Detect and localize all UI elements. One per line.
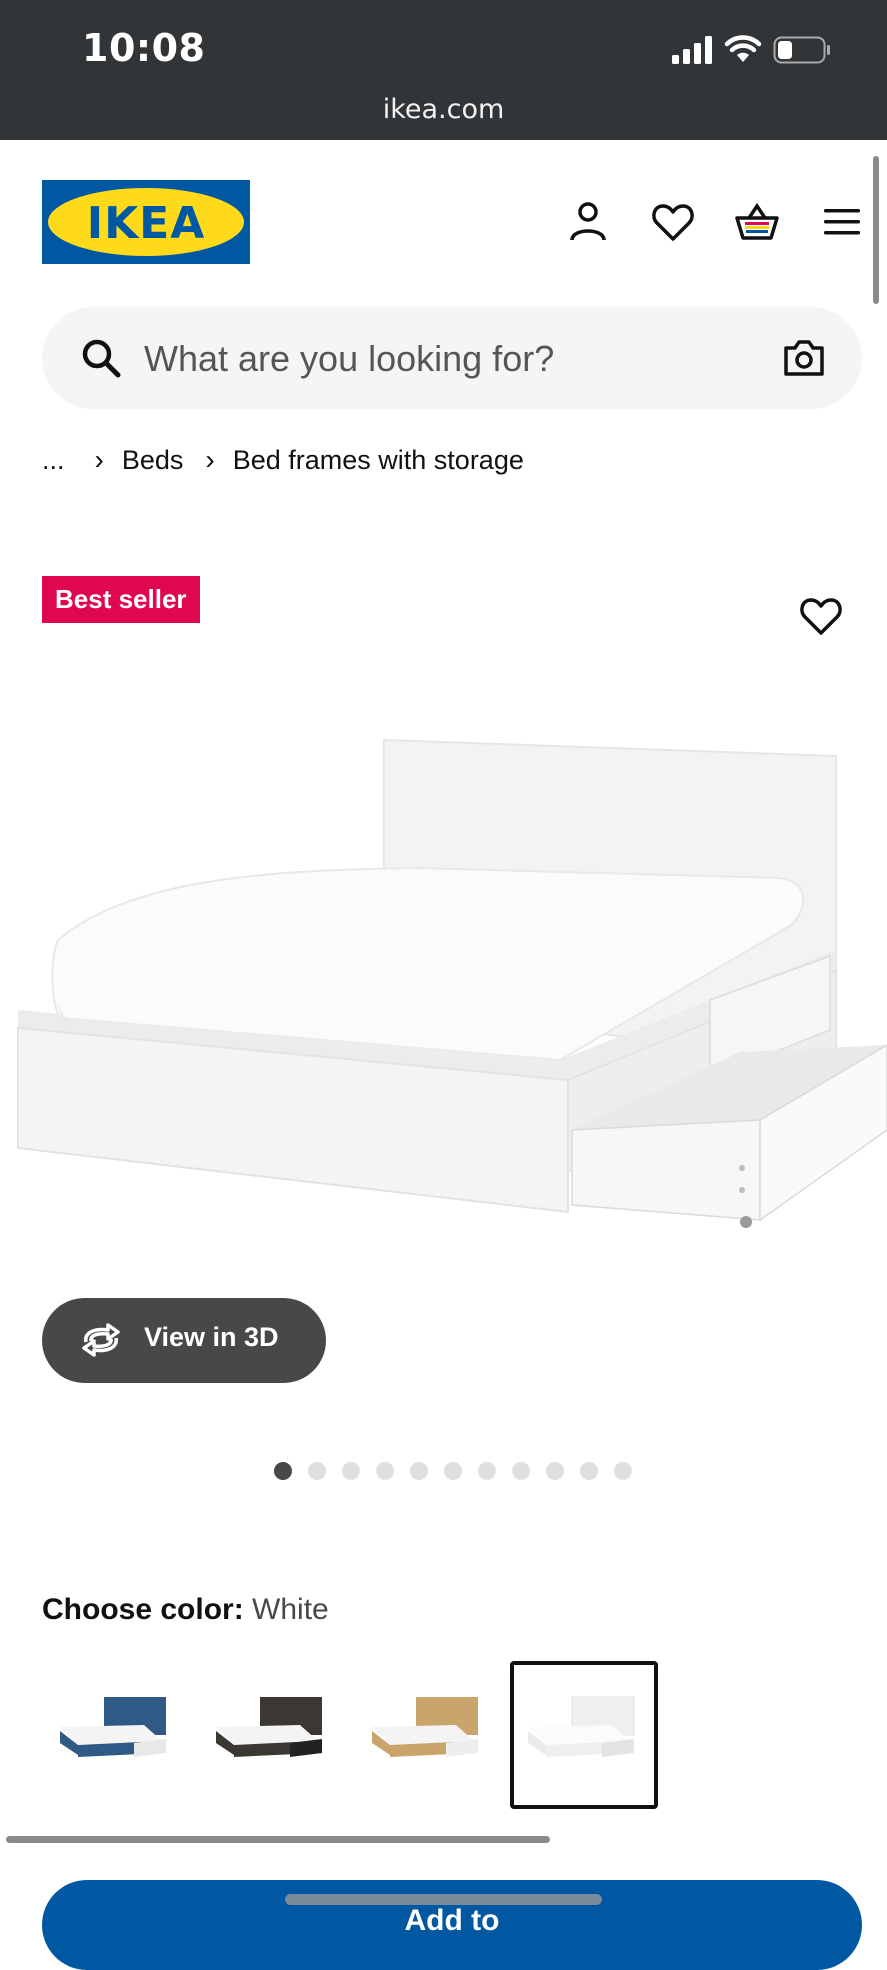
chevron-right-icon: › [205, 444, 215, 475]
swatch-black-brown[interactable] [198, 1661, 346, 1809]
search-input[interactable] [142, 329, 746, 389]
menu-icon[interactable] [818, 198, 866, 246]
battery-icon [773, 36, 830, 64]
breadcrumb-beds[interactable]: Beds [122, 445, 184, 476]
carousel-dot[interactable] [546, 1462, 564, 1480]
product-image[interactable] [0, 700, 887, 1320]
choose-color-heading: Choose color: White [42, 1593, 329, 1627]
logo-wordmark: IKEA [86, 198, 206, 249]
carousel-dot[interactable] [512, 1462, 530, 1480]
favorite-heart-icon[interactable] [797, 592, 845, 640]
search-bar[interactable] [42, 307, 862, 409]
heart-icon[interactable] [649, 198, 697, 246]
wifi-icon [724, 35, 762, 62]
carousel-dot[interactable] [444, 1462, 462, 1480]
carousel-dot[interactable] [478, 1462, 496, 1480]
ikea-logo[interactable]: IKEA [42, 180, 250, 264]
search-icon[interactable] [80, 337, 122, 379]
home-indicator[interactable] [285, 1894, 602, 1905]
cellular-signal-icon [672, 36, 712, 64]
choose-color-label: Choose color: [42, 1593, 244, 1626]
swatch-scrollbar[interactable] [6, 1836, 550, 1843]
swatch-oak[interactable] [354, 1661, 502, 1809]
swatch-white[interactable] [510, 1661, 658, 1809]
status-time: 10:08 [82, 26, 206, 70]
color-swatches [42, 1661, 658, 1809]
account-icon[interactable] [564, 198, 612, 246]
carousel-dot[interactable] [614, 1462, 632, 1480]
page-scrollbar[interactable] [873, 156, 879, 304]
chevron-right-icon: › [94, 444, 104, 475]
breadcrumb-ellipsis[interactable]: ... [42, 445, 65, 476]
view-in-3d-button[interactable]: View in 3D [42, 1298, 326, 1383]
cart-icon[interactable] [733, 198, 781, 246]
carousel-dot[interactable] [580, 1462, 598, 1480]
breadcrumb: ... › Beds › Bed frames with storage [42, 444, 524, 476]
swatch-blue[interactable] [42, 1661, 190, 1809]
best-seller-badge: Best seller [42, 576, 200, 623]
status-bar: 10:08 ikea.com [0, 0, 887, 140]
carousel-dot[interactable] [410, 1462, 428, 1480]
choose-color-value: White [252, 1593, 329, 1626]
carousel-dot[interactable] [376, 1462, 394, 1480]
image-carousel-dots [274, 1462, 632, 1480]
carousel-dot[interactable] [308, 1462, 326, 1480]
browser-url[interactable]: ikea.com [0, 94, 887, 125]
rotate-3d-icon [82, 1323, 120, 1357]
carousel-dot[interactable] [342, 1462, 360, 1480]
camera-icon[interactable] [782, 338, 826, 378]
view-in-3d-label: View in 3D [144, 1322, 279, 1352]
breadcrumb-bed-frames[interactable]: Bed frames with storage [233, 445, 524, 476]
carousel-dot[interactable] [274, 1462, 292, 1480]
